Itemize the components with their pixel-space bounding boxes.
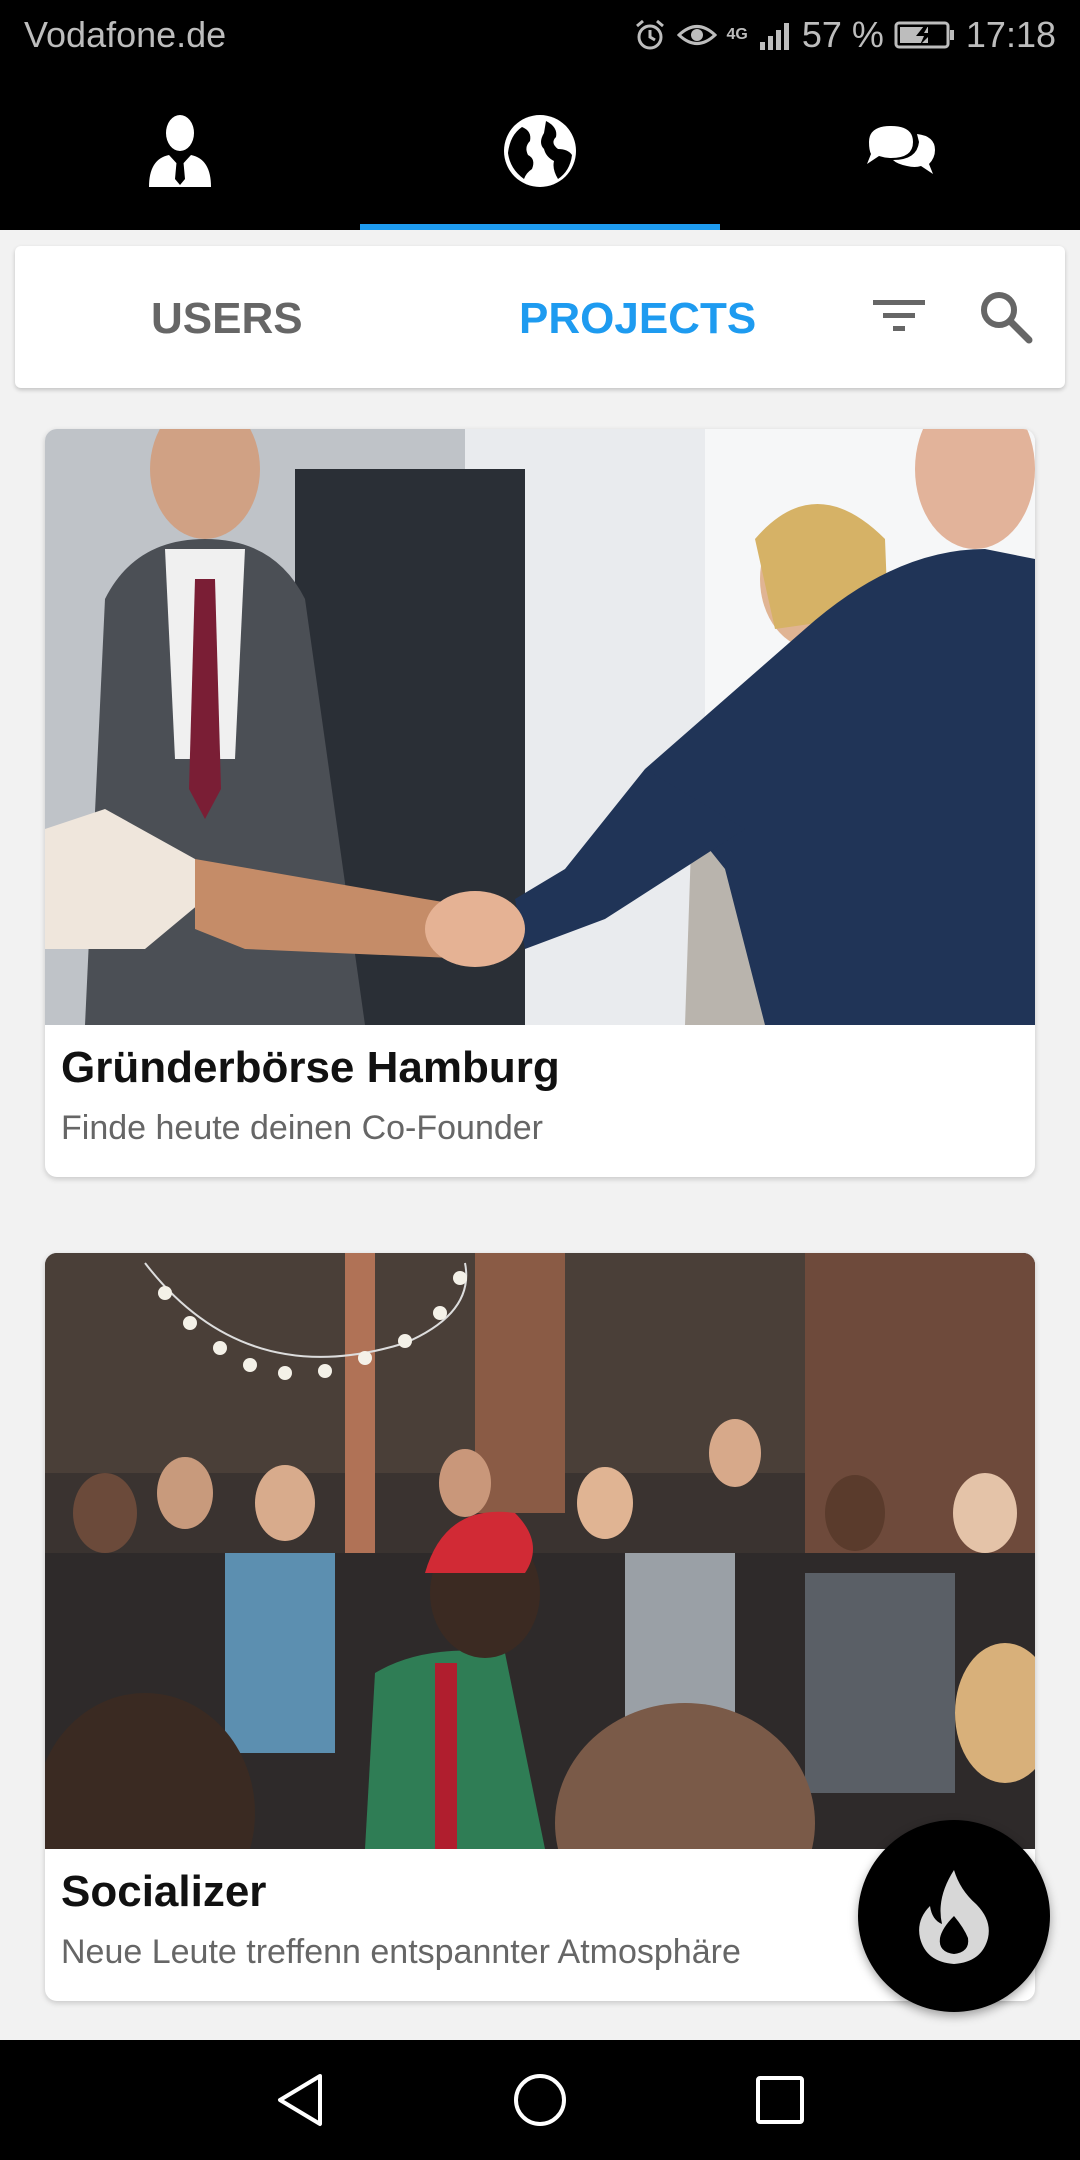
home-button[interactable] bbox=[480, 2040, 600, 2160]
flame-icon bbox=[919, 1870, 989, 1964]
tab-users[interactable]: USERS bbox=[151, 294, 303, 344]
carrier-label: Vodafone.de bbox=[24, 14, 227, 55]
battery-percent: 57 % bbox=[801, 14, 884, 55]
globe-icon bbox=[504, 115, 576, 187]
signal-icon bbox=[759, 23, 789, 50]
tab-profile[interactable] bbox=[0, 72, 360, 230]
back-icon bbox=[278, 2074, 322, 2126]
project-subtitle: Finde heute deinen Co-Founder bbox=[61, 1109, 543, 1147]
sub-tab-bar: USERS PROJECTS bbox=[15, 246, 1065, 388]
user-profile-icon bbox=[149, 115, 211, 187]
project-title: Gründerbörse Hamburg bbox=[61, 1043, 560, 1092]
eye-icon bbox=[676, 25, 717, 45]
search-icon bbox=[981, 292, 1033, 344]
network-type: 4G bbox=[726, 26, 748, 43]
battery-charging-icon bbox=[894, 21, 954, 49]
filter-icon bbox=[873, 300, 925, 331]
top-nav bbox=[0, 72, 1080, 230]
hot-fab-button[interactable] bbox=[858, 1820, 1050, 2012]
tab-indicator bbox=[360, 224, 720, 230]
alarm-icon bbox=[635, 19, 664, 50]
handshake-photo bbox=[45, 429, 1035, 1025]
recent-apps-button[interactable] bbox=[720, 2040, 840, 2160]
search-button[interactable] bbox=[975, 286, 1035, 346]
clock: 17:18 bbox=[965, 14, 1056, 55]
filter-button[interactable] bbox=[869, 286, 929, 346]
project-title: Socializer bbox=[61, 1867, 267, 1916]
status-icons: 4G 57 % 17:18 bbox=[633, 14, 1056, 56]
chat-bubbles-icon bbox=[867, 126, 935, 174]
project-card[interactable]: Gründerbörse Hamburg Finde heute deinen … bbox=[45, 429, 1035, 1177]
home-icon bbox=[514, 2074, 566, 2126]
crowd-party-photo bbox=[45, 1253, 1035, 1849]
tab-chat[interactable] bbox=[720, 72, 1080, 230]
back-button[interactable] bbox=[240, 2040, 360, 2160]
project-subtitle: Neue Leute treffenn entspannter Atmosphä… bbox=[61, 1933, 741, 1971]
system-nav-bar bbox=[0, 2040, 1080, 2160]
tab-projects[interactable]: PROJECTS bbox=[519, 294, 756, 344]
tab-explore[interactable] bbox=[360, 72, 720, 230]
status-bar: Vodafone.de 4G 57 % 17:18 bbox=[0, 0, 1080, 72]
recent-apps-icon bbox=[756, 2076, 804, 2124]
